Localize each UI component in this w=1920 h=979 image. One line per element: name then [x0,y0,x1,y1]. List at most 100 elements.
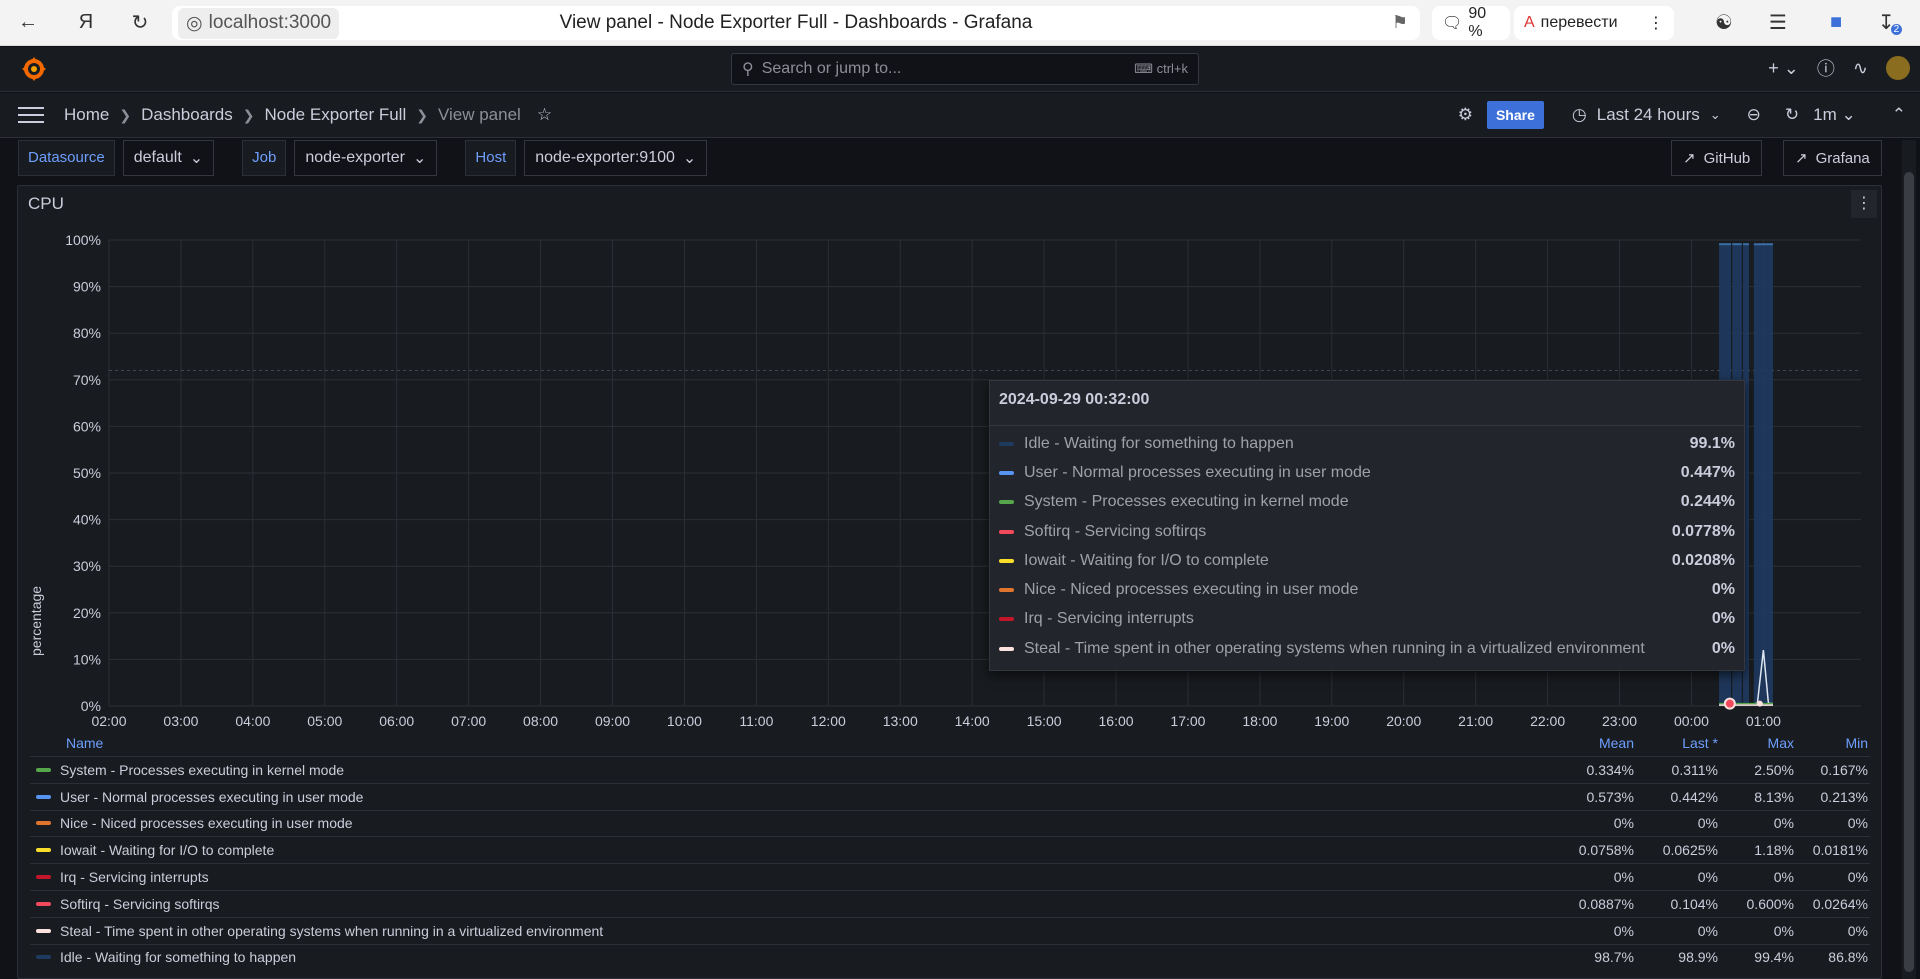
legend-series-name[interactable]: Idle - Waiting for something to happen [30,949,1544,965]
back-icon[interactable]: ← [8,0,48,46]
legend-series-name[interactable]: System - Processes executing in kernel m… [30,762,1544,778]
search-input[interactable]: ⚲ Search or jump to... ⌨ ctrl+k [731,53,1199,85]
legend-row[interactable]: Nice - Niced processes executing in user… [30,809,1870,837]
keyboard-shortcut: ⌨ ctrl+k [1134,61,1188,76]
variable-label-job: Job [242,140,287,176]
share-button[interactable]: Share [1486,101,1544,129]
series-color-swatch [36,794,51,799]
legend-row[interactable]: System - Processes executing in kernel m… [30,756,1870,783]
x-tick-label: 18:00 [1242,713,1277,729]
series-color-swatch [999,470,1014,475]
series-color-swatch [999,441,1014,446]
variable-select-job[interactable]: node-exporter ⌄ [294,140,438,176]
time-picker[interactable]: ◷ Last 24 hours ⌄ [1572,105,1721,125]
menu-icon[interactable] [18,107,44,123]
legend-series-name[interactable]: Iowait - Waiting for I/O to complete [30,842,1544,858]
series-color-swatch [999,529,1014,534]
grafana-link[interactable]: ↗ Grafana [1783,140,1882,176]
x-tick-label: 15:00 [1027,713,1062,729]
legend-row[interactable]: Softirq - Servicing softirqs 0.0887% 0.104… [30,889,1870,917]
legend-row[interactable]: Idle - Waiting for something to happen 98… [30,943,1870,971]
breadcrumb-home[interactable]: Home [64,105,109,125]
zoom-level: 90 % [1468,5,1487,40]
legend-last-value: 0% [1697,869,1718,886]
x-tick-label: 16:00 [1099,713,1134,729]
legend-last-value: 0.104% [1670,895,1718,912]
data-point [1756,700,1763,707]
legend-header-last[interactable]: Last * [1634,735,1718,751]
legend-header-max[interactable]: Max [1718,735,1794,751]
tooltip-series-name: Irq - Servicing interrupts [1024,610,1194,628]
legend-max-value: 2.50% [1754,761,1794,778]
legend-row[interactable]: Steal - Time spent in other operating sy… [30,916,1870,944]
legend-row[interactable]: Irq - Servicing interrupts 0% 0% 0% 0% [30,863,1870,890]
search-placeholder: Search or jump to... [761,60,902,77]
grafana-topnav: ⚲ Search or jump to... ⌨ ctrl+k + ⌄ ⓘ ∿ [0,47,1920,92]
legend-series-name[interactable]: Steal - Time spent in other operating sy… [30,923,1544,939]
legend-row[interactable]: User - Normal processes executing in use… [30,782,1870,810]
chevron-right-icon: ❯ [119,106,132,123]
more-vertical-icon[interactable]: ⋮ [1648,13,1664,33]
legend-max-value: 8.13% [1754,788,1794,805]
bookmark-icon[interactable]: ⚑ [1392,12,1408,33]
zoom-indicator[interactable]: 🗨 90 % [1432,5,1510,40]
x-tick-label: 14:00 [955,713,990,729]
chevron-down-icon: ⌄ [189,150,204,167]
news-feed-icon[interactable]: ∿ [1853,58,1868,79]
user-avatar[interactable] [1886,56,1910,80]
help-icon[interactable]: ⓘ [1817,55,1835,81]
tooltip-row: Iowait - Waiting for I/O to complete 0.02… [990,546,1744,575]
breadcrumb-dashboards[interactable]: Dashboards [141,105,233,125]
legend-series-name[interactable]: User - Normal processes executing in use… [30,789,1544,805]
grafana-logo-icon[interactable] [20,55,48,83]
variable-select-host[interactable]: node-exporter:9100 ⌄ [524,140,708,176]
chevron-down-icon: ⌄ [1709,107,1721,122]
legend-header-mean[interactable]: Mean [1544,735,1634,751]
legend-header-name[interactable]: Name [30,735,1544,751]
profile-extension-icon[interactable]: ■ [1816,0,1856,46]
reload-icon[interactable]: ↻ [120,0,160,46]
yandex-icon[interactable]: Я [66,0,106,46]
legend-last-value: 0.311% [1671,761,1718,778]
page-scrollbar[interactable] [1902,140,1916,979]
y-tick-label: 40% [73,512,101,528]
legend-series-name[interactable]: Irq - Servicing interrupts [30,869,1544,885]
browser-toolbar: ← Я ↻ ◎ localhost:3000 View panel - Node … [0,0,1920,46]
legend-min-value: 0% [1847,815,1868,832]
legend-header-min[interactable]: Min [1794,735,1870,751]
address-bar[interactable]: ◎ localhost:3000 View panel - Node Export… [172,6,1420,40]
tooltip-row: Nice - Niced processes executing in user… [990,575,1744,604]
chat-icon: 🗨 [1442,15,1463,32]
tooltip-row: Steal - Time spent in other operating sy… [990,634,1744,663]
collapse-icon[interactable]: ⌃ [1892,105,1906,125]
refresh-interval-picker[interactable]: 1m ⌄ [1813,105,1856,125]
globe-icon[interactable]: ☯ [1704,0,1744,46]
extension-icon[interactable]: ☰ [1758,0,1798,46]
series-color-swatch [36,875,51,880]
variable-select-datasource[interactable]: default ⌄ [122,140,215,176]
zoom-out-icon[interactable]: ⊖ [1747,105,1761,125]
legend-row[interactable]: Iowait - Waiting for I/O to complete 0.07… [30,836,1870,863]
refresh-icon[interactable]: ↻ [1785,105,1799,125]
download-icon[interactable]: ↧ 2 [1870,0,1910,46]
x-tick-label: 20:00 [1386,713,1421,729]
settings-icon[interactable]: ⚙ [1458,105,1473,125]
series-color-swatch [999,588,1014,593]
legend-series-name[interactable]: Nice - Niced processes executing in user… [30,815,1544,831]
legend-max-value: 1.18% [1754,842,1794,859]
chart-tooltip: 2024-09-29 00:32:00 Idle - Waiting for s… [989,380,1745,671]
tooltip-series-name: Nice - Niced processes executing in user… [1024,581,1359,599]
site-info[interactable]: ◎ localhost:3000 [178,7,340,39]
legend-header: Name Mean Last * Max Min [30,730,1870,756]
breadcrumb-bar: Home ❯ Dashboards ❯ Node Exporter Full ❯… [0,93,1920,138]
x-tick-label: 01:00 [1746,713,1781,729]
legend-max-value: 99.4% [1754,949,1794,966]
legend-series-name[interactable]: Softirq - Servicing softirqs [30,896,1544,912]
translate-button[interactable]: Aперевести ⋮ [1514,6,1674,40]
add-icon[interactable]: + ⌄ [1768,58,1799,79]
github-link[interactable]: ↗ GitHub [1671,140,1763,176]
scrollbar-thumb[interactable] [1904,172,1914,972]
breadcrumb-dashboard[interactable]: Node Exporter Full [265,105,407,125]
breadcrumb-current: View panel [437,105,521,124]
star-icon[interactable]: ☆ [537,105,552,125]
